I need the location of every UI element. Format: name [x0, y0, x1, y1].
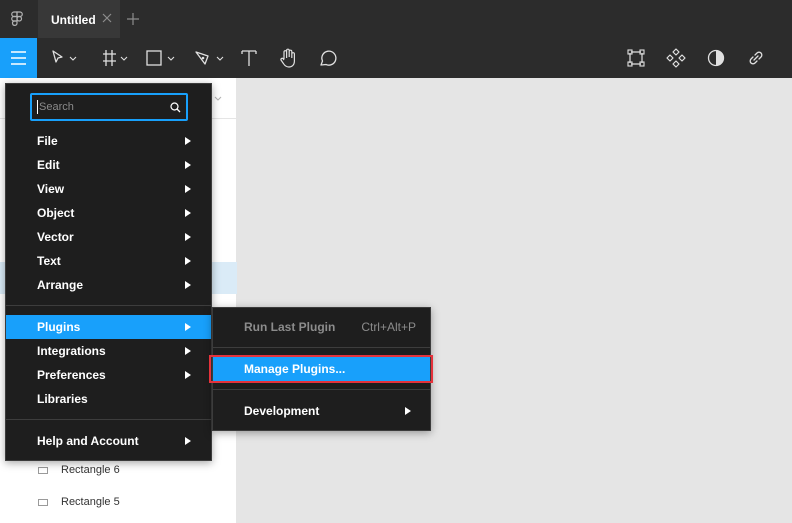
document-tab[interactable]: Untitled — [38, 0, 120, 38]
menu-separator — [213, 347, 430, 348]
app-window: Untitled Rectangle 6 Rectangle 5 Search … — [0, 0, 792, 523]
menu-item-label: View — [37, 182, 65, 196]
hand-tool-button[interactable] — [278, 38, 300, 78]
link-icon — [749, 51, 763, 65]
submenu-item-development[interactable]: Development — [213, 399, 430, 423]
submenu-arrow-icon — [405, 407, 411, 415]
highlight-annotation — [209, 355, 433, 383]
layer-label: Rectangle 5 — [61, 496, 120, 508]
shortcut-label: Ctrl+Alt+P — [361, 320, 416, 334]
submenu-arrow-icon — [185, 137, 191, 145]
menu-separator — [6, 305, 211, 306]
submenu-arrow-icon — [185, 281, 191, 289]
chevron-down-icon[interactable] — [214, 96, 222, 102]
tab-title: Untitled — [51, 13, 96, 27]
menu-icon — [11, 51, 26, 65]
menu-item-label: Plugins — [37, 320, 81, 334]
toolbar — [0, 38, 792, 78]
main-menu: Search File Edit View Object Vector Text… — [5, 83, 212, 461]
create-component-button[interactable] — [665, 38, 687, 78]
hand-tool-icon — [280, 48, 295, 68]
submenu-arrow-icon — [185, 257, 191, 265]
text-tool-icon — [241, 50, 257, 66]
submenu-arrow-icon — [185, 323, 191, 331]
menu-item-vector[interactable]: Vector — [6, 225, 211, 249]
pen-tool-icon — [195, 51, 224, 65]
menu-separator — [213, 389, 430, 390]
canvas[interactable] — [237, 78, 792, 523]
mask-button[interactable] — [705, 38, 727, 78]
shape-tool-button[interactable] — [145, 38, 179, 78]
menu-item-edit[interactable]: Edit — [6, 153, 211, 177]
submenu-arrow-icon — [185, 161, 191, 169]
main-menu-button[interactable] — [0, 38, 37, 78]
menu-item-label: Preferences — [37, 368, 106, 382]
menu-item-libraries[interactable]: Libraries — [6, 387, 211, 411]
submenu-item-run-last-plugin[interactable]: Run Last Plugin Ctrl+Alt+P — [213, 315, 430, 339]
submenu-item-label: Development — [244, 404, 320, 418]
menu-item-arrange[interactable]: Arrange — [6, 273, 211, 297]
menu-item-view[interactable]: View — [6, 177, 211, 201]
figma-logo-icon[interactable] — [8, 10, 26, 28]
move-tool-button[interactable] — [50, 38, 80, 78]
menu-item-help-and-account[interactable]: Help and Account — [6, 429, 211, 453]
submenu-arrow-icon — [185, 209, 191, 217]
menu-item-label: Object — [37, 206, 75, 220]
menu-item-label: File — [37, 134, 58, 148]
submenu-arrow-icon — [185, 185, 191, 193]
submenu-arrow-icon — [185, 371, 191, 379]
menu-item-label: Edit — [37, 158, 60, 172]
menu-item-preferences[interactable]: Preferences — [6, 363, 211, 387]
search-icon — [170, 102, 181, 113]
frame-tool-button[interactable] — [101, 38, 131, 78]
menu-item-object[interactable]: Object — [6, 201, 211, 225]
shape-tool-icon — [146, 50, 175, 66]
comment-tool-button[interactable] — [317, 38, 339, 78]
layer-item[interactable]: Rectangle 6 — [38, 462, 120, 478]
menu-item-label: Libraries — [37, 392, 88, 406]
menu-item-file[interactable]: File — [6, 129, 211, 153]
frame-tool-icon — [103, 50, 128, 66]
search-placeholder: Search — [39, 101, 74, 113]
submenu-arrow-icon — [185, 437, 191, 445]
pen-tool-button[interactable] — [193, 38, 227, 78]
text-caret — [37, 100, 38, 114]
link-button[interactable] — [745, 38, 767, 78]
submenu-arrow-icon — [185, 233, 191, 241]
layer-item[interactable]: Rectangle 5 — [38, 494, 120, 510]
layer-label: Rectangle 6 — [61, 464, 120, 476]
menu-item-label: Arrange — [37, 278, 84, 292]
menu-item-text[interactable]: Text — [6, 249, 211, 273]
component-button[interactable] — [625, 38, 647, 78]
rectangle-icon — [38, 498, 48, 506]
title-bar: Untitled — [0, 0, 792, 38]
comment-tool-icon — [320, 50, 337, 66]
menu-item-label: Text — [37, 254, 61, 268]
close-icon[interactable] — [102, 13, 112, 23]
mask-contrast-icon — [707, 49, 725, 67]
menu-item-plugins[interactable]: Plugins — [6, 315, 211, 339]
rectangle-icon — [38, 466, 48, 474]
components-grid-icon — [666, 48, 686, 68]
menu-item-integrations[interactable]: Integrations — [6, 339, 211, 363]
text-tool-button[interactable] — [240, 38, 258, 78]
plus-icon[interactable] — [127, 13, 139, 25]
submenu-item-label: Run Last Plugin — [244, 320, 336, 334]
menu-separator — [6, 419, 211, 420]
component-icon — [627, 49, 645, 67]
menu-item-label: Vector — [37, 230, 74, 244]
submenu-arrow-icon — [185, 347, 191, 355]
move-tool-icon — [52, 50, 77, 63]
menu-search-input[interactable]: Search — [30, 93, 188, 121]
menu-item-label: Help and Account — [37, 434, 139, 448]
menu-item-label: Integrations — [37, 344, 106, 358]
